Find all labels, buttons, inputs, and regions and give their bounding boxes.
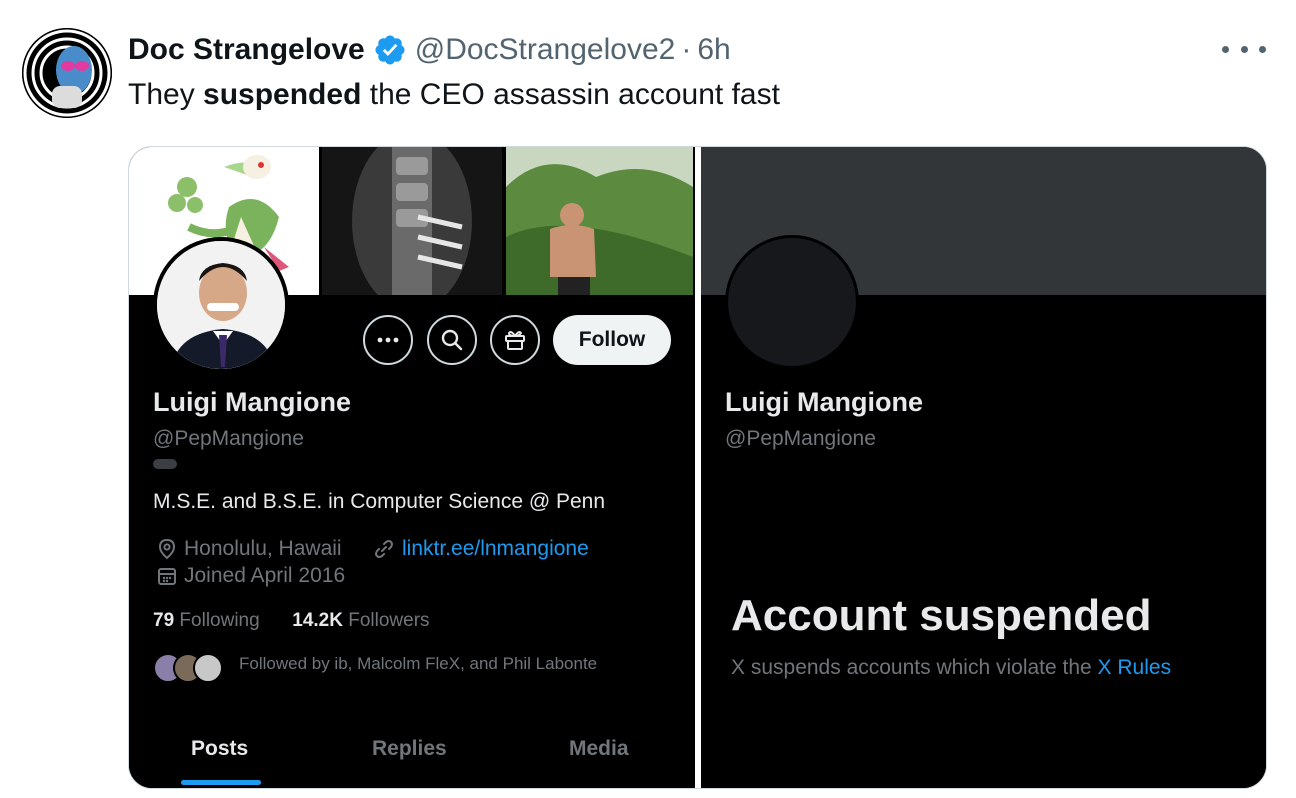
location-pin-icon bbox=[158, 538, 176, 560]
profile-handle: @PepMangione bbox=[153, 427, 304, 450]
following-stat[interactable]: 79 Following bbox=[153, 610, 260, 631]
tab-media[interactable]: Media bbox=[569, 737, 629, 761]
author-name[interactable]: Doc Strangelove bbox=[128, 33, 365, 67]
empty-profile-avatar bbox=[725, 235, 859, 369]
search-icon bbox=[441, 329, 463, 351]
followers-stat[interactable]: 14.2K Followers bbox=[292, 610, 429, 631]
follower-avatar bbox=[193, 653, 223, 683]
gift-icon bbox=[505, 331, 525, 350]
suspension-message: X suspends accounts which violate the X … bbox=[731, 656, 1172, 679]
tweet-timestamp[interactable]: 6h bbox=[697, 33, 730, 67]
follow-stats: 79 Following 14.2K Followers bbox=[153, 610, 430, 632]
followed-by-text[interactable]: Followed by ib, Malcolm FleX, and Phil L… bbox=[239, 654, 597, 674]
profile-screenshot-suspended: Luigi Mangione @PepMangione Account susp… bbox=[701, 147, 1266, 788]
author-avatar[interactable] bbox=[22, 28, 112, 118]
tab-replies[interactable]: Replies bbox=[372, 737, 447, 761]
profile-bio: M.S.E. and B.S.E. in Computer Science @ … bbox=[153, 490, 606, 513]
banner-image-xray bbox=[322, 147, 502, 295]
profile-avatar[interactable] bbox=[153, 237, 289, 373]
tab-posts[interactable]: Posts bbox=[191, 737, 248, 761]
link-icon bbox=[375, 540, 393, 558]
active-tab-indicator bbox=[181, 780, 261, 785]
tweet-text: They suspended the CEO assassin account … bbox=[128, 78, 780, 111]
separator-dot: · bbox=[681, 33, 692, 66]
location-row: Honolulu, Hawaii bbox=[157, 537, 342, 561]
label-pill bbox=[153, 459, 177, 469]
verified-badge-icon bbox=[375, 35, 405, 65]
follow-button[interactable]: Follow bbox=[553, 315, 671, 365]
more-options-icon[interactable] bbox=[1222, 34, 1266, 64]
gift-button[interactable] bbox=[490, 315, 540, 365]
more-horizontal-icon bbox=[377, 337, 399, 343]
search-profile-button[interactable] bbox=[427, 315, 477, 365]
profile-joined-date: Joined April 2016 bbox=[184, 564, 346, 587]
author-handle[interactable]: @DocStrangelove2 bbox=[415, 33, 676, 67]
suspended-profile-handle: @PepMangione bbox=[725, 427, 876, 450]
tweet-media[interactable]: Follow Luigi Mangione @PepMangione M.S.E… bbox=[128, 146, 1267, 789]
tweet-header: Doc Strangelove @DocStrangelove2 · 6h bbox=[128, 30, 731, 70]
profile-screenshot-active: Follow Luigi Mangione @PepMangione M.S.E… bbox=[129, 147, 695, 788]
website-row[interactable]: linktr.ee/lnmangione bbox=[373, 537, 589, 561]
calendar-icon bbox=[158, 568, 176, 585]
profile-website-link[interactable]: linktr.ee/lnmangione bbox=[402, 537, 589, 561]
suspended-profile-name: Luigi Mangione bbox=[725, 387, 923, 417]
banner-image-hiking bbox=[506, 147, 693, 295]
joined-row: Joined April 2016 bbox=[157, 564, 345, 588]
account-suspended-heading: Account suspended bbox=[731, 591, 1152, 640]
x-rules-link[interactable]: X Rules bbox=[1098, 656, 1172, 679]
profile-location: Honolulu, Hawaii bbox=[184, 537, 342, 560]
profile-name: Luigi Mangione bbox=[153, 387, 351, 417]
more-profile-options-button[interactable] bbox=[363, 315, 413, 365]
